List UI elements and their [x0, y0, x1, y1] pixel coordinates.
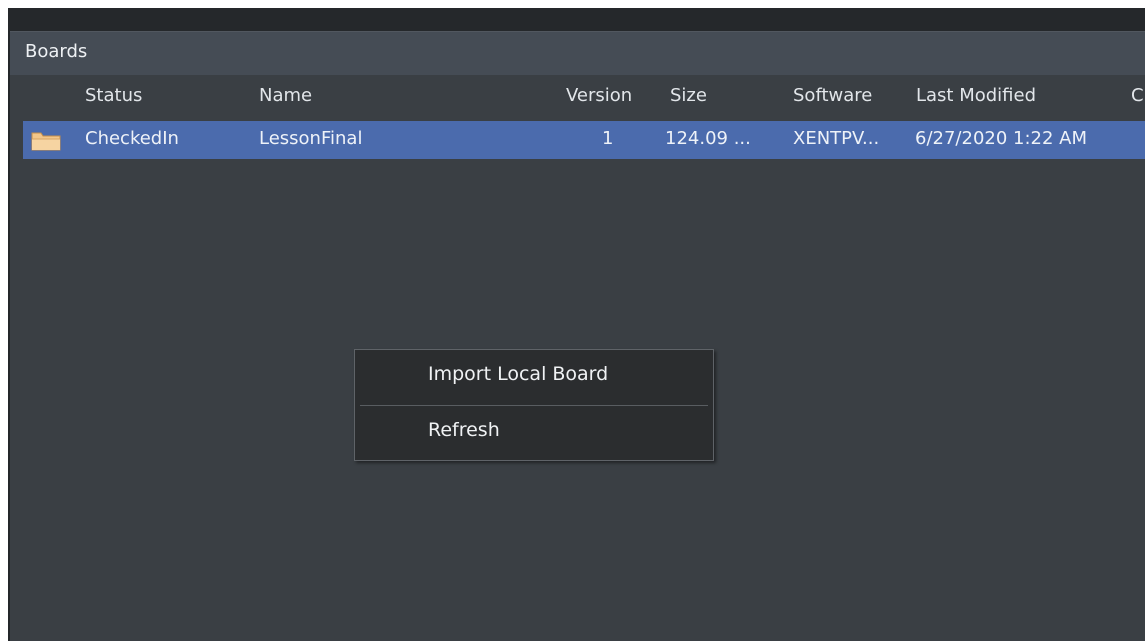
folder-icon [31, 132, 61, 151]
column-header-version[interactable]: Version [566, 85, 632, 106]
column-header-name[interactable]: Name [259, 85, 312, 106]
panel-title: Boards [25, 41, 88, 62]
column-header-software[interactable]: Software [793, 85, 872, 106]
table-row[interactable]: CheckedIn LessonFinal 1 124.09 ... XENTP… [23, 121, 1145, 159]
menu-item-label: Refresh [428, 419, 500, 441]
panel-header: Boards [10, 31, 1145, 75]
column-header-size[interactable]: Size [670, 85, 707, 106]
menu-item-refresh[interactable]: Refresh [355, 406, 713, 460]
cell-version: 1 [602, 128, 614, 149]
menu-item-import-local-board[interactable]: Import Local Board [355, 350, 713, 404]
cell-software: XENTPV... [793, 128, 880, 149]
context-menu: Import Local Board Refresh [354, 349, 714, 461]
menu-item-label: Import Local Board [428, 363, 609, 385]
cell-last-modified: 6/27/2020 1:22 AM [915, 128, 1088, 149]
cell-size: 124.09 ... [665, 128, 751, 149]
cell-status: CheckedIn [85, 128, 179, 149]
column-header-status[interactable]: Status [85, 85, 142, 106]
column-header-last-modified[interactable]: Last Modified [916, 85, 1036, 106]
cell-name: LessonFinal [259, 128, 363, 149]
column-header-c[interactable]: C [1131, 85, 1144, 106]
boards-panel: Boards Status Name Version Size Software… [8, 31, 1145, 641]
